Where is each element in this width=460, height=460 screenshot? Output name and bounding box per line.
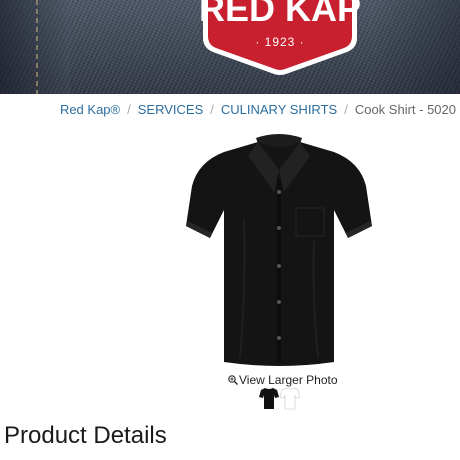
swatch-white[interactable] — [279, 387, 301, 410]
breadcrumb-link-culinary-shirts[interactable]: CULINARY SHIRTS — [221, 102, 337, 117]
hero-banner: RED KAP · 1923 · — [0, 0, 460, 94]
color-swatches — [259, 387, 301, 410]
view-larger-photo-link[interactable]: View Larger Photo — [228, 373, 338, 387]
breadcrumb-link-services[interactable]: SERVICES — [138, 102, 204, 117]
product-details-heading: Product Details — [4, 422, 167, 449]
logo-year: · 1923 · — [255, 35, 304, 49]
view-larger-photo-label: View Larger Photo — [239, 373, 338, 387]
breadcrumb-link-home[interactable]: Red Kap® — [60, 102, 120, 117]
brand-logo[interactable]: RED KAP · 1923 · — [0, 0, 460, 94]
breadcrumb: Red Kap® / SERVICES / CULINARY SHIRTS / Cook S… — [60, 102, 456, 117]
breadcrumb-separator: / — [127, 102, 131, 117]
logo-wordmark: RED KAP — [199, 0, 361, 29]
product-image[interactable] — [184, 130, 374, 370]
magnifier-plus-icon — [228, 375, 238, 385]
breadcrumb-current: Cook Shirt - 5020 — [354, 102, 456, 117]
breadcrumb-separator: / — [344, 102, 348, 117]
breadcrumb-separator: / — [210, 102, 214, 117]
swatch-black[interactable] — [259, 388, 279, 409]
